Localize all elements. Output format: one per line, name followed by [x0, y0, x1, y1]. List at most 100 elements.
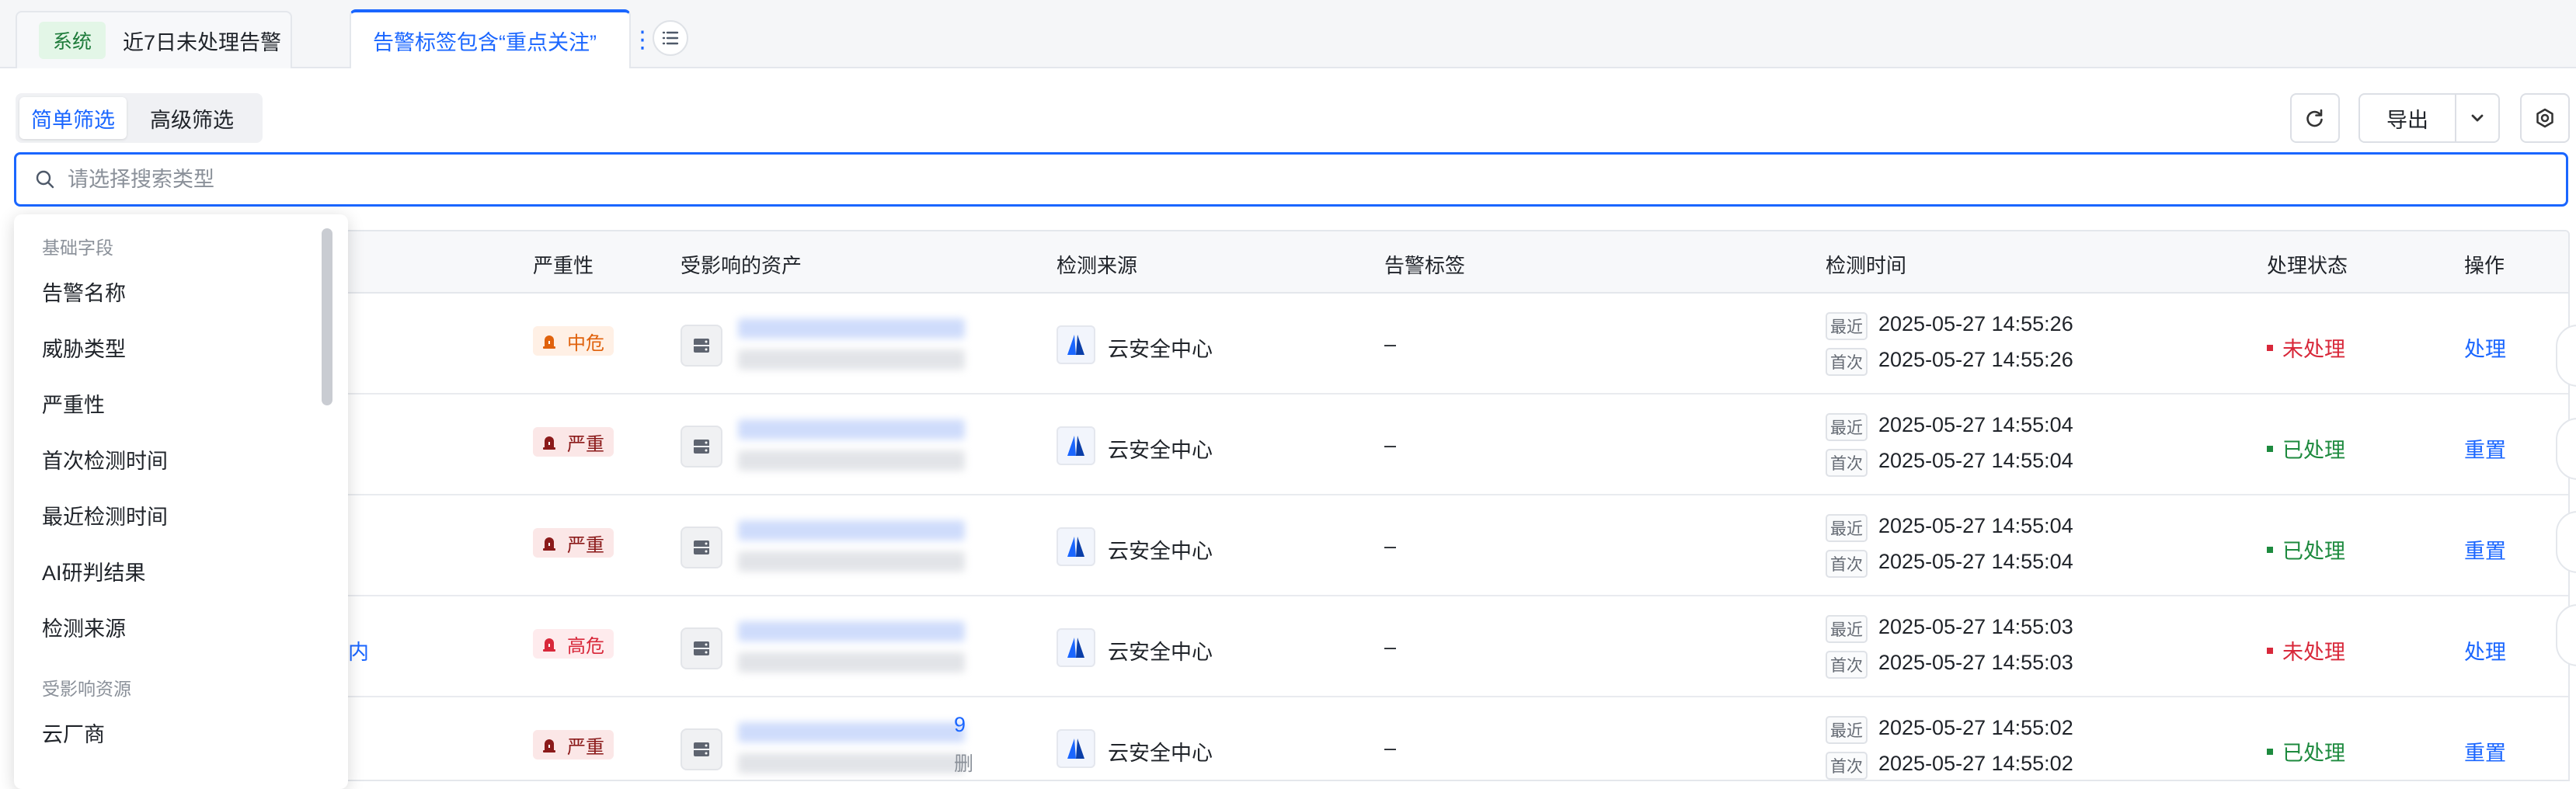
table-row[interactable]: 严重 云安全中心 – 最近 2025-05-27 14:55:04 首次 202…	[16, 495, 2568, 596]
advanced-filter-tab[interactable]: 高级筛选	[127, 97, 257, 139]
server-icon	[681, 426, 722, 467]
cloud-security-center-icon	[1057, 527, 1095, 566]
server-icon	[681, 527, 722, 568]
siren-icon	[541, 332, 558, 349]
more-vertical-icon[interactable]: ⋮	[631, 29, 654, 52]
asset-ip-blurred	[738, 652, 965, 673]
severity-badge: 严重	[533, 730, 614, 759]
latest-label: 最近	[1826, 312, 1868, 340]
first-time: 2025-05-27 14:55:26	[1878, 348, 2073, 371]
asset-name-blurred[interactable]	[738, 520, 965, 540]
list-icon	[662, 31, 679, 45]
asset-name-blurred[interactable]	[738, 621, 965, 641]
alert-tags: –	[1384, 433, 1397, 457]
dropdown-item-alert-name[interactable]: 告警名称	[42, 276, 126, 307]
cloud-security-center-icon	[1057, 729, 1095, 768]
status-unhandled: 未处理	[2267, 635, 2345, 666]
status-label: 未处理	[2282, 338, 2345, 361]
first-label: 首次	[1826, 348, 1868, 376]
column-handling-status[interactable]: 处理状态	[2267, 250, 2348, 279]
first-time: 2025-05-27 14:55:04	[1878, 449, 2073, 472]
asset-name-blurred[interactable]	[738, 318, 965, 339]
status-label: 已处理	[2282, 540, 2345, 563]
table-row[interactable]: 中危 云安全中心 – 最近 2025-05-27 14:55:26 首次 202…	[16, 294, 2568, 394]
tab-recent-unhandled-alerts[interactable]: 系统 近7日未处理告警	[16, 11, 292, 68]
column-alert-tags[interactable]: 告警标签	[1384, 250, 1465, 279]
detection-source: 云安全中心	[1108, 439, 1213, 462]
alert-tags: –	[1384, 332, 1397, 356]
column-detection-source[interactable]: 检测来源	[1057, 250, 1137, 279]
refresh-icon	[2306, 109, 2323, 127]
tab-label: 近7日未处理告警	[123, 30, 282, 54]
severity-badge: 严重	[533, 528, 614, 558]
refresh-button[interactable]	[2290, 93, 2340, 143]
search-type-dropdown: 基础字段 告警名称 威胁类型 严重性 首次检测时间 最近检测时间 AI研判结果 …	[14, 214, 348, 789]
dropdown-item-threat-type[interactable]: 威胁类型	[42, 332, 126, 363]
gear-icon	[2536, 108, 2553, 128]
column-severity[interactable]: 严重性	[533, 250, 594, 279]
latest-time: 2025-05-27 14:55:02	[1878, 716, 2073, 739]
simple-filter-tab[interactable]: 简单筛选	[19, 97, 127, 139]
tab-list-button[interactable]	[653, 20, 688, 56]
first-time: 2025-05-27 14:55:04	[1878, 550, 2073, 573]
detection-source: 云安全中心	[1108, 641, 1213, 664]
alert-name-link[interactable]: 内	[348, 635, 369, 666]
alert-tags: –	[1384, 635, 1397, 659]
cloud-security-center-icon	[1057, 325, 1095, 364]
asset-name-fragment[interactable]: 9	[954, 713, 966, 737]
latest-time: 2025-05-27 14:55:03	[1878, 615, 2073, 638]
status-dot	[2267, 445, 2273, 452]
search-input[interactable]	[66, 166, 998, 193]
column-detection-time[interactable]: 检测时间	[1826, 250, 1906, 279]
dropdown-item-ai-verdict[interactable]: AI研判结果	[42, 556, 146, 586]
status-label: 未处理	[2282, 641, 2345, 664]
latest-label: 最近	[1826, 413, 1868, 441]
dropdown-item-first-detection-time[interactable]: 首次检测时间	[42, 444, 168, 474]
first-time: 2025-05-27 14:55:02	[1878, 752, 2073, 775]
settings-button[interactable]	[2520, 93, 2570, 143]
status-dot	[2267, 546, 2273, 553]
first-label: 首次	[1826, 752, 1868, 780]
handle-link[interactable]: 处理	[2464, 635, 2506, 666]
latest-label: 最近	[1826, 615, 1868, 643]
reset-link[interactable]: 重置	[2464, 534, 2506, 565]
dropdown-scrollbar[interactable]	[322, 228, 332, 405]
dropdown-group-basic-fields: 基础字段	[42, 238, 113, 258]
export-options-button[interactable]	[2456, 108, 2498, 128]
search-bar[interactable]	[14, 152, 2568, 207]
alert-tags: –	[1384, 534, 1397, 558]
table-row[interactable]: 内 高危 云安全中心 – 最近 2025-05-27 14:55:03 首次 2…	[16, 596, 2568, 697]
dropdown-item-latest-detection-time[interactable]: 最近检测时间	[42, 500, 168, 530]
latest-time: 2025-05-27 14:55:04	[1878, 413, 2073, 436]
status-handled: 已处理	[2267, 433, 2345, 464]
latest-time: 2025-05-27 14:55:04	[1878, 514, 2073, 537]
table-row[interactable]: 严重 9 删 云安全中心 – 最近 2025-05-27 14:55:02 首次…	[16, 697, 2568, 780]
table-row[interactable]: 严重 云安全中心 – 最近 2025-05-27 14:55:04 首次 202…	[16, 394, 2568, 495]
latest-time: 2025-05-27 14:55:26	[1878, 312, 2073, 335]
detection-source: 云安全中心	[1108, 338, 1213, 361]
asset-name-blurred[interactable]	[738, 419, 965, 440]
siren-icon	[541, 534, 558, 551]
column-affected-asset[interactable]: 受影响的资产	[681, 250, 802, 279]
first-label: 首次	[1826, 550, 1868, 578]
handle-link[interactable]: 处理	[2464, 332, 2506, 363]
severity-label: 严重	[567, 736, 604, 758]
reset-link[interactable]: 重置	[2464, 433, 2506, 464]
server-icon	[681, 325, 722, 367]
asset-ip-blurred	[738, 551, 965, 572]
status-handled: 已处理	[2267, 736, 2345, 766]
cloud-security-center-icon	[1057, 426, 1095, 465]
severity-label: 中危	[567, 332, 604, 354]
dropdown-item-severity[interactable]: 严重性	[42, 388, 105, 419]
cloud-security-center-icon	[1057, 628, 1095, 667]
dropdown-item-cloud-vendor[interactable]: 云厂商	[42, 718, 105, 748]
export-button[interactable]: 导出	[2358, 93, 2500, 143]
tab-key-focus-alerts[interactable]: 告警标签包含“重点关注” ⋮	[350, 9, 654, 68]
first-label: 首次	[1826, 651, 1868, 679]
dropdown-item-detection-source[interactable]: 检测来源	[42, 612, 126, 642]
reset-link[interactable]: 重置	[2464, 736, 2506, 766]
tab-bar: 系统 近7日未处理告警 告警标签包含“重点关注” ⋮	[0, 0, 2576, 68]
status-dot	[2267, 344, 2273, 351]
asset-name-blurred[interactable]	[738, 722, 965, 742]
alert-tags: –	[1384, 736, 1397, 759]
